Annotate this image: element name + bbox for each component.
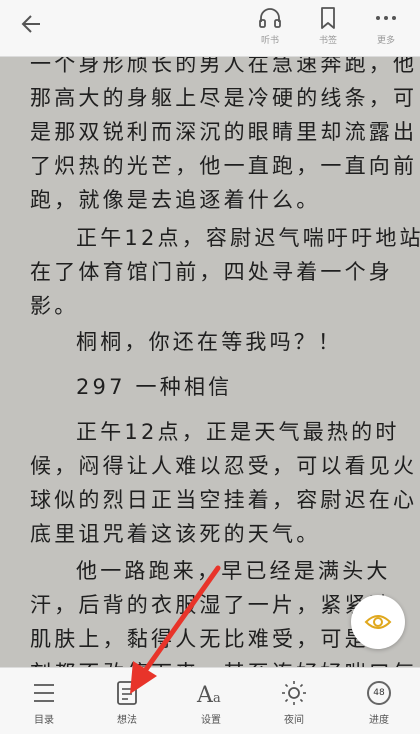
svg-text:a: a [213,691,221,706]
settings-button[interactable]: A a 设置 [181,678,241,732]
text-line: 297 一种相信 [76,375,233,399]
text-line: 汗，后背的衣服湿了一片，紧紧贴 [30,593,393,617]
back-arrow-icon [21,15,40,33]
settings-label: 设置 [201,715,221,726]
text-line: 正午12点，容尉迟气喘吁吁地站 [76,226,420,250]
thoughts-button[interactable]: 想法 [97,678,157,732]
chapter-title: 297 一种相信 [30,370,396,404]
text-line: 球似的烈日正当空挂着，容尉迟在心 [30,488,418,512]
text-line: 刻都不敢停下来，甚至连好好喘口气 [30,656,414,667]
paragraph: 他一路跑来，早已经是满头大 汗，后背的衣服湿了一片，紧紧贴 肌肤上，黏得人无比难… [30,554,414,667]
headphones-icon [259,8,281,28]
progress-label: 进度 [369,715,389,726]
text-line: 正午12点，正是天气最热的时 [76,420,400,444]
more-button[interactable]: 更多 [364,5,408,53]
bookmark-icon [321,7,335,29]
night-mode-button[interactable]: 夜间 [264,678,324,732]
back-button[interactable] [18,10,46,38]
night-label: 夜间 [284,715,304,726]
text-line: 桐桐，你还在等我吗？！ [76,330,343,354]
sun-icon [282,681,306,705]
note-icon [117,681,137,705]
font-size-icon: A a [196,683,221,706]
text-line: 在了体育馆门前，四处寻着一个身 [30,260,393,284]
text-line: 那高大的身躯上尽是冷硬的线条，可 [30,86,418,110]
text-line: 跑，就像是去追逐着什么。 [30,188,321,212]
eye-icon [364,615,392,629]
text-line: 了炽热的光芒，他一直跑，一直向前 [30,154,418,178]
top-toolbar: 听书 书签 更多 [0,0,420,57]
bookmark-label: 书签 [318,36,337,46]
progress-button[interactable]: 48 进度 [349,678,409,732]
eye-protection-button[interactable] [351,595,405,649]
toc-label: 目录 [34,715,54,726]
text-line: 是那双锐利而深沉的眼睛里却流露出 [30,120,418,144]
text-line: 肌肤上，黏得人无比难受，可是他 [30,627,393,651]
reading-area[interactable]: 一个身形颀长的男人在急速奔跑，他 那高大的身躯上尽是冷硬的线条，可 是那双锐利而… [0,57,420,667]
text-line: 影。 [30,294,79,318]
bookmark-button[interactable]: 书签 [306,5,350,53]
progress-ring-icon: 48 [367,681,391,705]
paragraph: 桐桐，你还在等我吗？！ [30,325,396,359]
text-line: 他一路跑来，早已经是满头大 [76,559,391,583]
paragraph: 正午12点，正是天气最热的时 候，闷得让人难以忍受，可以看见火 球似的烈日正当空… [30,415,418,551]
more-dots-icon [376,16,396,20]
paragraph: 一个身形颀长的男人在急速奔跑，他 那高大的身躯上尽是冷硬的线条，可 是那双锐利而… [30,57,418,217]
listen-button[interactable]: 听书 [248,5,292,53]
paragraph: 正午12点，容尉迟气喘吁吁地站 在了体育馆门前，四处寻着一个身 影。 [30,221,420,323]
list-icon [34,684,54,702]
text-line: 候，闷得让人难以忍受，可以看见火 [30,454,418,478]
svg-text:A: A [196,683,214,706]
listen-label: 听书 [260,36,279,46]
text-line: 一个身形颀长的男人在急速奔跑，他 [30,57,418,76]
thoughts-label: 想法 [117,715,137,726]
toc-button[interactable]: 目录 [14,678,74,732]
bottom-toolbar: 目录 想法 A a 设置 夜间 48 进度 [0,667,420,734]
text-line: 底里诅咒着这该死的天气。 [30,522,321,546]
more-label: 更多 [376,36,395,46]
